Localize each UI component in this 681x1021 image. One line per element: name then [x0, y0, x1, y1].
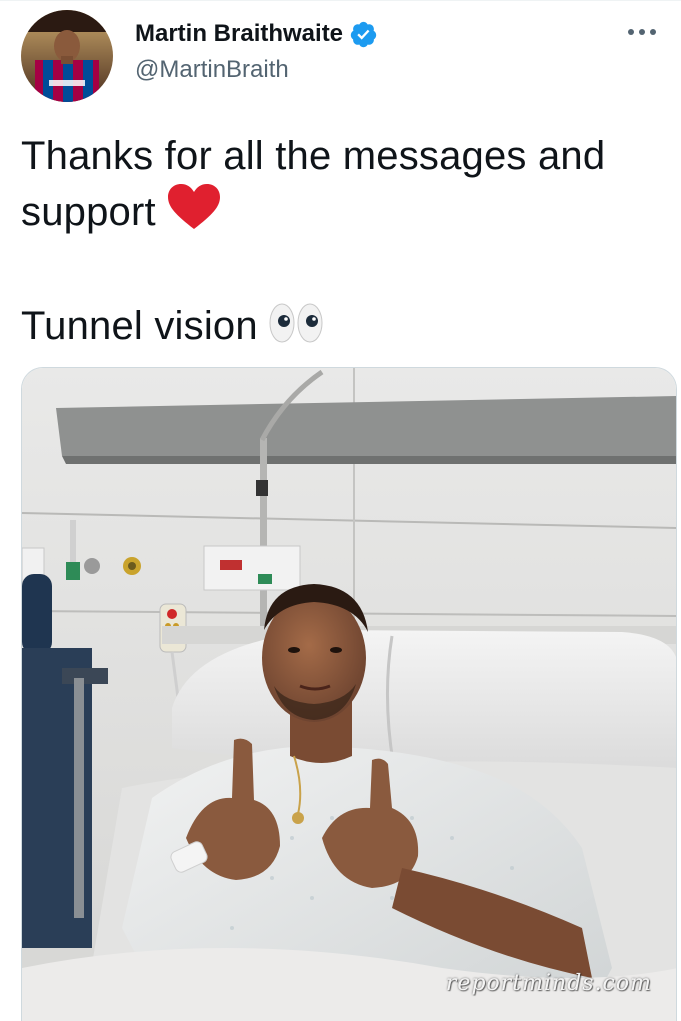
- avatar[interactable]: [21, 10, 113, 102]
- tweet-text-tunnel-vision: Tunnel vision: [21, 304, 258, 348]
- eyes-emoji-icon: [268, 301, 324, 359]
- hospital-photo-image: [22, 368, 676, 1021]
- tweet-text-line-2: support: [21, 183, 666, 245]
- tweet-text-line-4: Tunnel vision: [21, 299, 666, 359]
- more-options-button[interactable]: [623, 17, 661, 47]
- tweet-text-support: support: [21, 190, 156, 234]
- tweet-text: Thanks for all the messages and support …: [21, 129, 666, 359]
- author-handle[interactable]: @MartinBraith: [135, 51, 378, 89]
- author-names: Martin Braithwaite @MartinBraith: [135, 17, 378, 89]
- display-name[interactable]: Martin Braithwaite: [135, 17, 343, 51]
- more-options-icon: [628, 29, 656, 35]
- tweet-photo[interactable]: reportminds.com: [21, 367, 677, 1021]
- tweet-card: Martin Braithwaite @MartinBraith Thanks …: [0, 0, 681, 1021]
- photo-watermark: reportminds.com: [445, 971, 652, 996]
- avatar-image: [21, 10, 113, 102]
- name-row: Martin Braithwaite: [135, 17, 378, 51]
- verified-badge-icon: [349, 20, 378, 49]
- red-heart-emoji-icon: [166, 183, 222, 245]
- tweet-text-line-1: Thanks for all the messages and: [21, 134, 606, 178]
